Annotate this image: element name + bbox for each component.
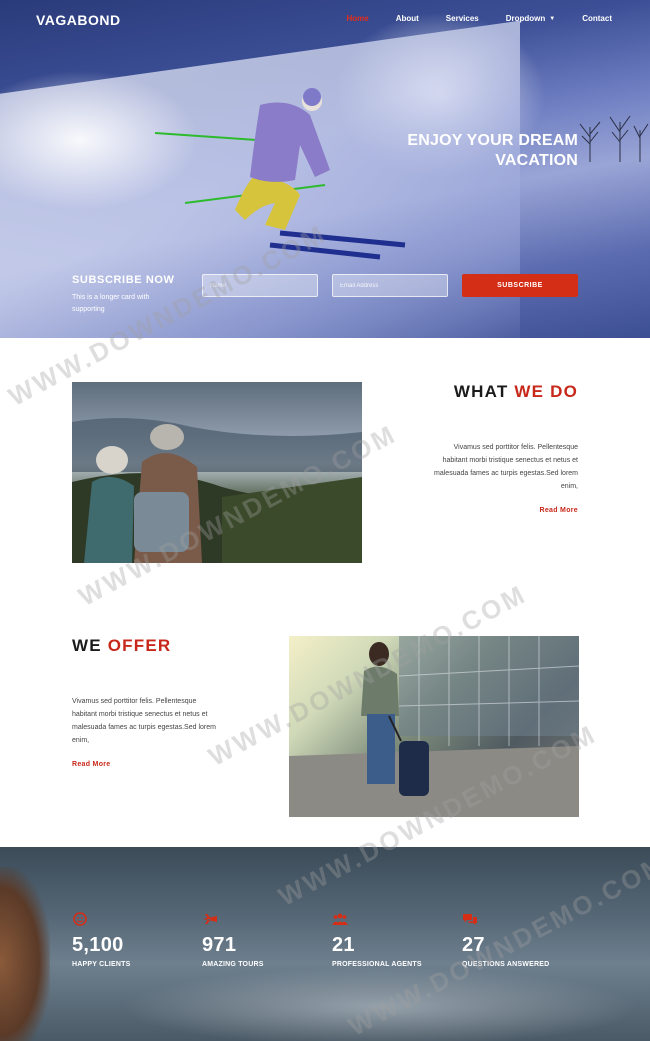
hero-title-line2: VACATION [495,152,578,169]
site-logo[interactable]: VAGABOND [36,12,121,28]
users-icon [332,913,348,925]
nav-home[interactable]: Home [346,14,368,23]
we-offer-title: WE OFFER [72,636,171,656]
what-we-do-title-accent: WE DO [514,382,578,401]
stat-value: 971 [202,934,237,956]
traveler-image [289,636,579,817]
stat-happy-clients: 5,100 HAPPY CLIENTS [72,912,192,968]
nav-home-label: Home [346,14,369,23]
smile-icon [73,912,87,926]
nav-about[interactable]: About [396,14,419,23]
stat-value: 21 [332,934,355,956]
hero-section: VAGABOND Home About Services Dropdown ▼ C… [0,0,650,338]
stat-label: PROFESSIONAL AGENTS [332,961,422,968]
stat-label: AMAZING TOURS [202,961,264,968]
subscribe-button[interactable]: SUBSCRIBE [462,274,578,297]
stat-professional-agents: 21 PROFESSIONAL AGENTS [332,912,452,968]
we-offer-read-more-link[interactable]: Read More [72,761,111,768]
nav-services-label: Services [445,14,479,23]
clouds-image [120,967,640,1041]
we-offer-text: Vivamus sed porttitor felis. Pellentesqu… [72,698,216,744]
stat-value: 5,100 [72,934,124,956]
what-we-do-read-more-link[interactable]: Read More [540,507,579,514]
nav-contact-label: Contact [582,14,612,23]
we-offer-title-accent: OFFER [107,636,172,655]
email-input[interactable] [332,274,448,297]
subscribe-title: SUBSCRIBE NOW [72,274,175,286]
stat-questions-answered: 27 QUESTIONS ANSWERED [462,912,582,968]
stat-label: QUESTIONS ANSWERED [462,961,550,968]
what-we-do-title-plain: WHAT [453,382,509,401]
what-we-do-text: Vivamus sed porttitor felis. Pellentesqu… [434,444,578,490]
hikers-image [72,382,362,563]
nav-about-label: About [395,14,419,23]
name-input[interactable] [202,274,318,297]
what-we-do-title: WHAT WE DO [454,382,578,402]
stat-amazing-tours: 971 AMAZING TOURS [202,912,322,968]
skier-image [154,88,406,260]
nav-contact[interactable]: Contact [582,14,612,23]
hair-image [0,867,50,1041]
plane-icon [203,914,217,924]
we-offer-title-plain: WE [72,636,102,655]
trees-image [579,115,649,162]
hero-title: ENJOY YOUR DREAM VACATION [407,131,578,171]
comments-icon [463,914,477,925]
stat-label: HAPPY CLIENTS [72,961,131,968]
subscribe-text: This is a longer card with supporting [72,294,150,313]
nav-dropdown-label: Dropdown [505,14,546,23]
main-nav: Home About Services Dropdown ▼ Contact [319,14,612,23]
nav-dropdown[interactable]: Dropdown ▼ [506,14,556,23]
caret-down-icon: ▼ [549,15,556,22]
nav-services[interactable]: Services [446,14,479,23]
hero-title-line1: ENJOY YOUR DREAM [407,132,578,149]
stat-value: 27 [462,934,485,956]
